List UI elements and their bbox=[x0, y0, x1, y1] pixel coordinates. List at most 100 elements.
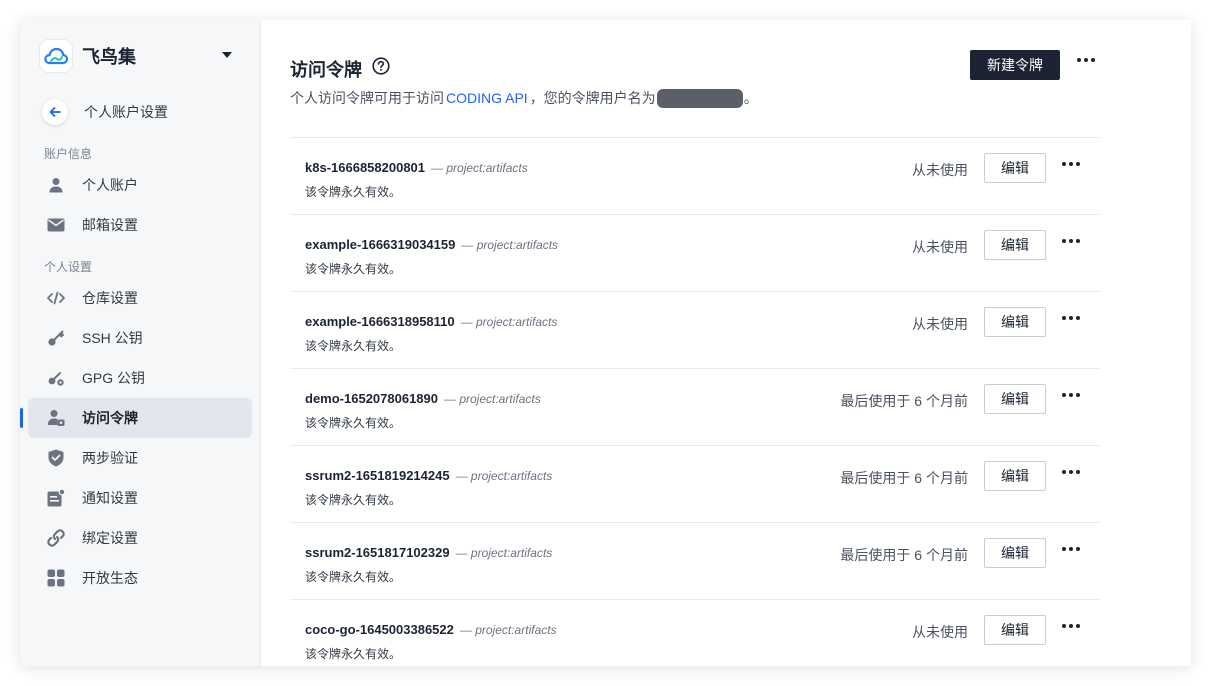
sidebar-item-label: GPG 公钥 bbox=[82, 370, 146, 386]
token-scope: — project:artifacts bbox=[461, 238, 559, 252]
caret-down-icon[interactable] bbox=[222, 52, 232, 58]
token-last-used: 最后使用于 6 个月前 bbox=[840, 547, 968, 563]
sidebar-item-access-tokens[interactable]: 访问令牌 bbox=[20, 398, 252, 438]
user-icon bbox=[46, 175, 66, 195]
token-name-line: example-1666318958110 — project:artifact… bbox=[305, 314, 557, 329]
token-row: ssrum2-1651819214245 — project:artifacts… bbox=[290, 446, 1100, 523]
back-label: 个人账户设置 bbox=[84, 104, 168, 120]
description-suffix: 。 bbox=[743, 90, 758, 106]
team-switcher[interactable]: 飞鸟集 bbox=[40, 40, 240, 72]
more-options-icon[interactable] bbox=[1062, 162, 1080, 166]
sidebar-item-two-factor[interactable]: 两步验证 bbox=[28, 438, 252, 478]
token-list: k8s-1666858200801 — project:artifacts 该令… bbox=[290, 137, 1100, 666]
sidebar-item-label: 邮箱设置 bbox=[82, 217, 138, 233]
token-name: k8s-1666858200801 bbox=[305, 160, 426, 175]
token-name: example-1666318958110 bbox=[305, 314, 455, 329]
token-scope: — project:artifacts bbox=[444, 392, 541, 406]
sidebar-item-open-ecosystem[interactable]: 开放生态 bbox=[28, 558, 252, 598]
edit-token-button[interactable]: 编辑 bbox=[984, 153, 1046, 183]
sidebar-item-ssh-keys[interactable]: SSH 公钥 bbox=[28, 318, 252, 358]
token-name: demo-1652078061890 bbox=[305, 391, 438, 406]
sidebar-item-email-settings[interactable]: 邮箱设置 bbox=[28, 205, 252, 245]
sidebar-item-bindings[interactable]: 绑定设置 bbox=[28, 518, 252, 558]
coding-api-link[interactable]: CODING API bbox=[446, 90, 528, 106]
token-name: ssrum2-1651817102329 bbox=[305, 545, 450, 560]
back-to-account-settings[interactable]: 个人账户设置 bbox=[42, 99, 168, 125]
token-name-line: demo-1652078061890 — project:artifacts bbox=[305, 391, 541, 406]
page-description: 个人访问令牌可用于访问 CODING API ，您的令牌用户名为 。 bbox=[290, 88, 758, 108]
token-row: example-1666318958110 — project:artifact… bbox=[290, 292, 1100, 369]
token-last-used: 从未使用 bbox=[912, 624, 968, 640]
arrow-left-icon[interactable] bbox=[42, 99, 68, 125]
sidebar-item-repo-settings[interactable]: 仓库设置 bbox=[28, 278, 252, 318]
token-name-line: coco-go-1645003386522 — project:artifact… bbox=[305, 622, 557, 637]
token-scope: — project:artifacts bbox=[431, 161, 528, 175]
token-expiry: 该令牌永久有效。 bbox=[305, 416, 402, 430]
token-last-used: 从未使用 bbox=[912, 162, 968, 178]
new-token-button[interactable]: 新建令牌 bbox=[970, 50, 1060, 80]
edit-token-button[interactable]: 编辑 bbox=[984, 384, 1046, 414]
apps-icon bbox=[46, 568, 66, 588]
sidebar-item-gpg-keys[interactable]: GPG 公钥 bbox=[28, 358, 252, 398]
edit-token-button[interactable]: 编辑 bbox=[984, 461, 1046, 491]
mail-icon bbox=[46, 215, 66, 235]
description-middle: ，您的令牌用户名为 bbox=[529, 90, 656, 106]
token-last-used: 最后使用于 6 个月前 bbox=[840, 393, 968, 409]
token-expiry: 该令牌永久有效。 bbox=[305, 493, 402, 507]
token-expiry: 该令牌永久有效。 bbox=[305, 339, 402, 353]
edit-token-button[interactable]: 编辑 bbox=[984, 615, 1046, 645]
team-name: 飞鸟集 bbox=[82, 47, 136, 67]
help-circle-icon[interactable] bbox=[372, 57, 390, 80]
sidebar-item-label: 通知设置 bbox=[82, 490, 138, 506]
key-icon bbox=[46, 328, 66, 348]
token-name-line: ssrum2-1651817102329 — project:artifacts bbox=[305, 545, 552, 560]
token-name: ssrum2-1651819214245 bbox=[305, 468, 450, 483]
link-icon bbox=[46, 528, 66, 548]
token-last-used: 最后使用于 6 个月前 bbox=[840, 470, 968, 486]
sidebar-item-label: 两步验证 bbox=[82, 450, 138, 466]
app-window: 飞鸟集 个人账户设置 账户信息 个人账户 邮箱设置 个人设置 仓库设置 SSH … bbox=[20, 20, 1191, 666]
description-prefix: 个人访问令牌可用于访问 bbox=[290, 90, 444, 106]
gpg-key-icon bbox=[46, 368, 66, 388]
page-title: 访问令牌 bbox=[290, 60, 362, 80]
token-row: ssrum2-1651817102329 — project:artifacts… bbox=[290, 523, 1100, 600]
token-row: example-1666319034159 — project:artifact… bbox=[290, 215, 1100, 292]
token-expiry: 该令牌永久有效。 bbox=[305, 185, 402, 199]
more-options-icon[interactable] bbox=[1062, 316, 1080, 320]
sidebar-item-label: SSH 公钥 bbox=[82, 330, 143, 346]
more-options-icon[interactable] bbox=[1062, 239, 1080, 243]
more-options-icon[interactable] bbox=[1062, 624, 1080, 628]
sidebar-item-notifications[interactable]: 通知设置 bbox=[28, 478, 252, 518]
token-scope: — project:artifacts bbox=[455, 469, 553, 483]
token-scope: — project:artifacts bbox=[455, 546, 553, 560]
token-name-line: ssrum2-1651819214245 — project:artifacts bbox=[305, 468, 552, 483]
token-name: coco-go-1645003386522 bbox=[305, 622, 454, 637]
token-row: coco-go-1645003386522 — project:artifact… bbox=[290, 600, 1100, 666]
section-label-account: 账户信息 bbox=[44, 147, 93, 161]
sidebar-item-label: 开放生态 bbox=[82, 570, 138, 586]
more-options-icon[interactable] bbox=[1062, 393, 1080, 397]
sidebar-item-label: 个人账户 bbox=[82, 177, 138, 193]
shield-icon bbox=[46, 448, 66, 468]
sidebar-item-label: 仓库设置 bbox=[82, 290, 138, 306]
token-scope: — project:artifacts bbox=[460, 315, 558, 329]
more-options-icon[interactable] bbox=[1062, 470, 1080, 474]
redacted-username bbox=[656, 88, 743, 108]
edit-token-button[interactable]: 编辑 bbox=[984, 307, 1046, 337]
more-options-icon[interactable] bbox=[1062, 547, 1080, 551]
token-last-used: 从未使用 bbox=[912, 239, 968, 255]
token-row: k8s-1666858200801 — project:artifacts 该令… bbox=[290, 138, 1100, 215]
token-name: example-1666319034159 bbox=[305, 237, 456, 252]
sidebar-item-label: 绑定设置 bbox=[82, 530, 138, 546]
edit-token-button[interactable]: 编辑 bbox=[984, 230, 1046, 260]
token-expiry: 该令牌永久有效。 bbox=[305, 262, 402, 276]
sidebar-item-personal-account[interactable]: 个人账户 bbox=[28, 165, 252, 205]
token-scope: — project:artifacts bbox=[459, 623, 557, 637]
more-options-icon[interactable] bbox=[1077, 58, 1095, 62]
edit-token-button[interactable]: 编辑 bbox=[984, 538, 1046, 568]
token-row: demo-1652078061890 — project:artifacts 该… bbox=[290, 369, 1100, 446]
token-expiry: 该令牌永久有效。 bbox=[305, 647, 402, 661]
token-expiry: 该令牌永久有效。 bbox=[305, 570, 402, 584]
sidebar-item-label: 访问令牌 bbox=[82, 410, 138, 426]
token-last-used: 从未使用 bbox=[912, 316, 968, 332]
